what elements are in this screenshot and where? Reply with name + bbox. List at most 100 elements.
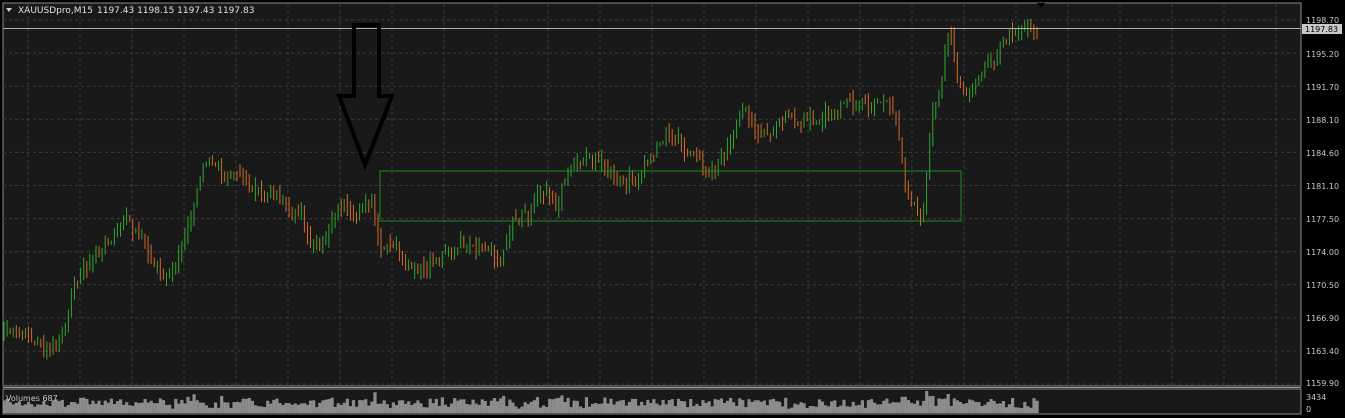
- volume-bar: [698, 406, 702, 413]
- volume-bar: [309, 400, 313, 413]
- volume-bar: [664, 404, 668, 413]
- volume-bar: [266, 400, 270, 413]
- volume-bar: [140, 402, 144, 413]
- volume-bar: [174, 398, 178, 413]
- volume-bar: [686, 407, 690, 413]
- volume-bar: [609, 398, 613, 413]
- volume-bar: [272, 399, 276, 413]
- volume-bar: [14, 402, 18, 413]
- volume-bar: [894, 402, 898, 413]
- volume-bar: [597, 403, 601, 413]
- volume-bar: [643, 405, 647, 413]
- volume-bar: [168, 404, 172, 413]
- volume-bar: [845, 406, 849, 413]
- volume-bar: [106, 402, 110, 413]
- volume-bar: [704, 403, 708, 413]
- volume-bar: [949, 405, 953, 413]
- volume-bar: [722, 403, 726, 413]
- chart-svg[interactable]: XAUUSDpro,M15 1197.43 1198.15 1197.43 11…: [0, 0, 1345, 418]
- volume-bar: [17, 401, 21, 413]
- volume-bar: [27, 401, 31, 413]
- volume-bar: [860, 400, 864, 413]
- volume-bar: [244, 398, 248, 413]
- volume-bar: [85, 399, 89, 413]
- volume-bar: [171, 408, 175, 413]
- volume-bar: [784, 397, 788, 413]
- volume-bar: [69, 402, 74, 413]
- volume-bar: [827, 406, 831, 413]
- volume-bar: [538, 407, 543, 413]
- volume-bar: [358, 400, 362, 413]
- volume-bar: [980, 406, 984, 413]
- price-tick: 1191.70: [1306, 83, 1339, 92]
- volume-bar: [183, 403, 187, 413]
- volume-bar: [701, 400, 705, 413]
- volume-bar: [716, 399, 720, 413]
- volume-bar: [919, 405, 923, 413]
- volume-bar: [545, 407, 549, 413]
- volume-bar: [63, 406, 67, 413]
- volume-bar: [961, 403, 966, 413]
- volume-bar: [824, 405, 828, 413]
- volume-bar: [514, 406, 518, 413]
- volume-bar: [453, 398, 457, 413]
- volume-bar: [477, 404, 481, 413]
- volume-bar: [48, 406, 52, 413]
- volume-bar: [928, 396, 932, 413]
- volume-bar: [612, 404, 616, 413]
- volume-bar: [437, 405, 441, 413]
- volume-bar: [679, 401, 684, 413]
- volume-bar: [781, 406, 785, 413]
- volume-bar: [45, 404, 49, 413]
- symbol-label: XAUUSDpro,M15: [18, 6, 93, 16]
- volume-bar: [339, 404, 343, 413]
- volume-bar: [502, 395, 506, 413]
- volume-bar: [165, 405, 169, 413]
- volume-bar: [413, 403, 417, 413]
- volume-bar: [842, 399, 846, 413]
- volume-bar: [480, 399, 484, 413]
- volume-bar: [689, 399, 693, 413]
- price-tick: 1198.70: [1306, 16, 1339, 25]
- volume-bar: [281, 405, 285, 413]
- price-axis[interactable]: 1198.70 1195.20 1191.70 1188.10 1184.60 …: [1306, 16, 1339, 388]
- price-tick: 1188.10: [1306, 116, 1339, 125]
- volume-bar: [851, 401, 855, 413]
- volume-bar: [876, 404, 880, 413]
- volume-bar: [796, 404, 800, 413]
- volume-bar: [830, 401, 834, 413]
- volume-bar: [799, 402, 803, 413]
- volume-bar: [943, 398, 947, 413]
- volume-bar: [382, 400, 386, 413]
- volume-bar: [735, 405, 739, 413]
- volume-bar: [692, 406, 696, 413]
- volume-bar: [20, 405, 25, 413]
- volume-bar: [39, 404, 43, 413]
- volume-bar: [738, 398, 742, 413]
- volume-bar: [968, 399, 972, 413]
- volume-bar: [989, 398, 993, 413]
- chart-window[interactable]: XAUUSDpro,M15 1197.43 1198.15 1197.43 11…: [0, 0, 1345, 418]
- volume-bar: [1035, 400, 1039, 413]
- volume-bar: [419, 403, 423, 413]
- volume-bar: [870, 399, 874, 413]
- volume-bar: [986, 402, 990, 413]
- volume-bar: [992, 400, 996, 413]
- volume-bar: [897, 402, 901, 413]
- volume-bar: [563, 402, 567, 413]
- volume-bar: [100, 405, 104, 413]
- volume-bar: [195, 400, 199, 413]
- volume-bar: [24, 404, 28, 413]
- volume-bar: [995, 403, 999, 413]
- volume-bar: [76, 403, 80, 413]
- volume-bar: [759, 401, 763, 413]
- price-tick: 1184.60: [1306, 149, 1339, 158]
- volume-bar: [66, 405, 71, 413]
- volume-bar: [747, 399, 751, 413]
- volume-bar: [891, 402, 895, 413]
- volume-bar: [115, 401, 120, 413]
- volume-bar: [529, 401, 533, 413]
- volume-bar: [428, 398, 432, 413]
- volume-bar: [627, 401, 631, 413]
- volume-bar: [655, 403, 659, 413]
